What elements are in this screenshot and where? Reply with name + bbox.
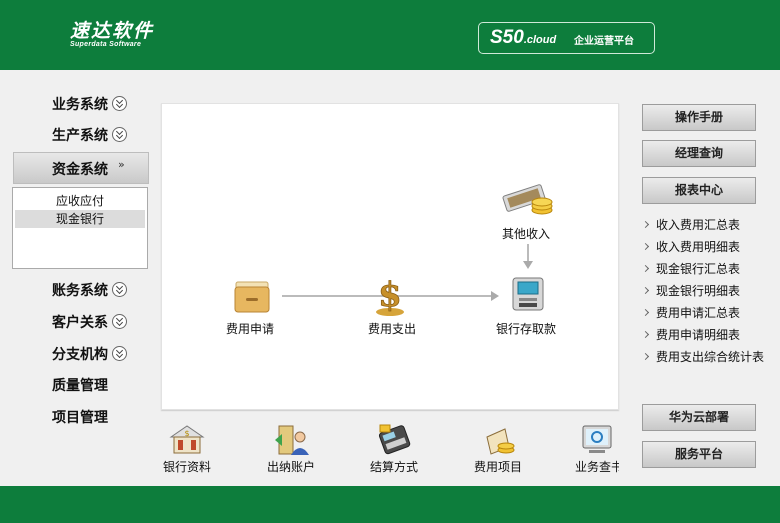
- expense-request-label[interactable]: 费用申请: [226, 320, 274, 337]
- pos-terminal-icon: [378, 424, 411, 455]
- nav-item-crm[interactable]: 客户关系: [52, 311, 127, 335]
- dollar-icon: $: [376, 275, 404, 316]
- app-header: 速达软件 Superdata Software S50.cloud 企业运营平台: [0, 0, 780, 70]
- svg-text:$: $: [184, 429, 189, 438]
- nav-item-label: 项目管理: [52, 410, 108, 426]
- submenu-item-cash-bank[interactable]: 现金银行: [15, 210, 145, 228]
- quick-label: 出纳账户: [266, 460, 315, 474]
- flow-arrow: [523, 244, 533, 269]
- nav-item-business[interactable]: 业务系统: [52, 93, 127, 117]
- chevron-right-icon: [641, 242, 650, 251]
- report-link-label: 费用申请汇总表: [656, 306, 741, 320]
- logo-main-text: 速达软件: [70, 20, 155, 42]
- quick-label: 业务查书: [575, 460, 619, 474]
- nav-item-accounting[interactable]: 账务系统: [52, 279, 127, 303]
- nav-item-label: 质量管理: [52, 378, 108, 394]
- expense-payment-node[interactable]: $: [372, 272, 408, 318]
- quick-label: 费用项目: [473, 460, 522, 474]
- nav-item-funds[interactable]: 资金系统 »: [13, 152, 149, 184]
- bank-deposit-node[interactable]: [508, 274, 548, 314]
- app-footer: [0, 486, 780, 523]
- nav-item-branches[interactable]: 分支机构: [52, 343, 127, 367]
- chevron-right-icon: [641, 286, 650, 295]
- report-center-button[interactable]: 报表中心: [642, 177, 756, 204]
- monitor-search-icon: [582, 425, 612, 453]
- cash-coins-icon: [502, 184, 553, 215]
- logo-sub-text: Superdata Software: [70, 41, 142, 48]
- chevron-right-icon: [641, 308, 650, 317]
- product-tagline: 企业运营平台: [574, 36, 634, 47]
- other-income-node[interactable]: [498, 180, 554, 220]
- nav-item-label: 客户关系: [52, 315, 108, 331]
- report-link[interactable]: 收入费用汇总表: [641, 216, 741, 234]
- chevron-down-icon: [112, 346, 127, 361]
- submenu-item-receivable-payable[interactable]: 应收应付: [15, 192, 145, 210]
- report-link-label: 费用支出综合统计表: [656, 350, 765, 364]
- chevron-down-icon: [112, 96, 127, 111]
- quick-expense-item[interactable]: 费用项目: [463, 423, 533, 478]
- double-chevron-down-icon: »: [118, 158, 125, 171]
- nav-item-projects[interactable]: 项目管理: [52, 406, 108, 430]
- chevron-right-icon: [641, 330, 650, 339]
- chevron-down-icon: [112, 314, 127, 329]
- report-link-label: 费用申请明细表: [656, 328, 741, 342]
- quick-label: 银行资料: [162, 460, 211, 474]
- chevron-right-icon: [641, 264, 650, 273]
- bank-deposit-label[interactable]: 银行存取款: [496, 320, 556, 337]
- service-platform-button[interactable]: 服务平台: [642, 441, 756, 468]
- manual-button[interactable]: 操作手册: [642, 104, 756, 131]
- quick-bank-info[interactable]: $ 银行资料: [152, 423, 222, 478]
- other-income-label[interactable]: 其他收入: [502, 225, 550, 242]
- nav-item-label: 生产系统: [52, 128, 108, 144]
- nav-item-label: 业务系统: [52, 97, 108, 113]
- nav-item-label: 账务系统: [52, 283, 108, 299]
- money-bag-icon: [486, 428, 515, 455]
- quick-settlement-method[interactable]: 结算方式: [359, 423, 429, 478]
- chevron-down-icon: [112, 127, 127, 142]
- product-name: S50.cloud: [490, 27, 556, 49]
- quick-label: 结算方式: [369, 460, 418, 474]
- expense-request-node[interactable]: [232, 276, 272, 316]
- report-link[interactable]: 现金银行明细表: [641, 282, 741, 300]
- report-link-label: 收入费用明细表: [656, 240, 741, 254]
- report-link[interactable]: 收入费用明细表: [641, 238, 741, 256]
- chevron-right-icon: [641, 352, 650, 361]
- product-suffix: .cloud: [523, 34, 557, 46]
- folder-icon: [234, 281, 270, 313]
- chevron-right-icon: [641, 220, 650, 229]
- bank-icon: $: [169, 425, 205, 454]
- product-title: S50: [490, 27, 524, 48]
- report-link[interactable]: 费用申请明细表: [641, 326, 741, 344]
- product-badge: S50.cloud 企业运营平台: [478, 22, 655, 54]
- nav-item-label: 分支机构: [52, 347, 108, 363]
- report-link[interactable]: 费用申请汇总表: [641, 304, 741, 322]
- funds-flow-panel: 费用申请 $ 费用支出 其他收入 银行存取款: [161, 103, 619, 410]
- report-link[interactable]: 费用支出综合统计表: [641, 348, 765, 366]
- report-link-label: 现金银行明细表: [656, 284, 741, 298]
- funds-submenu: 应收应付 现金银行: [12, 187, 148, 269]
- quick-business-query[interactable]: 业务查书: [567, 423, 619, 478]
- quick-cashier-account[interactable]: 出纳账户: [256, 423, 326, 478]
- atm-icon: [512, 277, 544, 311]
- huawei-cloud-button[interactable]: 华为云部署: [642, 404, 756, 431]
- svg-text:$: $: [378, 275, 402, 315]
- superdata-logo: 速达软件 Superdata Software: [70, 20, 154, 48]
- report-link[interactable]: 现金银行汇总表: [641, 260, 741, 278]
- report-link-label: 现金银行汇总表: [656, 262, 741, 276]
- user-door-icon: [275, 425, 309, 455]
- manager-query-button[interactable]: 经理查询: [642, 140, 756, 167]
- expense-payment-label[interactable]: 费用支出: [368, 320, 416, 337]
- nav-item-production[interactable]: 生产系统: [52, 124, 127, 148]
- nav-item-label: 资金系统: [52, 162, 108, 178]
- report-link-label: 收入费用汇总表: [656, 218, 741, 232]
- nav-item-quality[interactable]: 质量管理: [52, 374, 108, 398]
- chevron-down-icon: [112, 282, 127, 297]
